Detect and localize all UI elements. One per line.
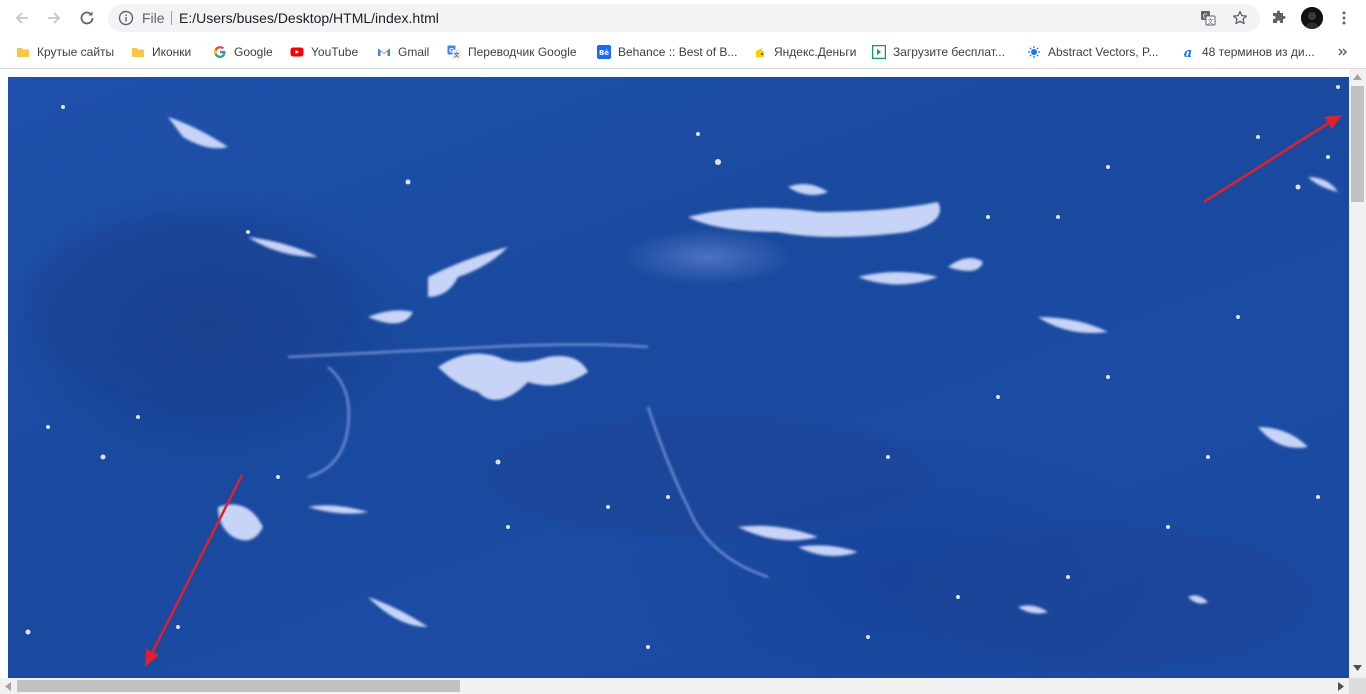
gmail-icon: [378, 48, 390, 56]
browser-menu-button[interactable]: [1332, 6, 1356, 30]
bookmark-label: Abstract Vectors, P...: [1048, 45, 1159, 59]
folder-icon: [17, 48, 29, 57]
letter-a-icon: a: [1184, 46, 1192, 59]
bookmark-label: Загрузите бесплат...: [893, 45, 1005, 59]
puzzle-icon: [1273, 10, 1286, 23]
abstract-vectors-icon: [1028, 46, 1040, 58]
kebab-menu-icon: [1342, 11, 1346, 25]
bookmark-abstract-vectors[interactable]: Abstract Vectors, P...: [1027, 41, 1159, 63]
scheme-label: File: [142, 10, 165, 26]
bookmark-48-terms[interactable]: a 48 терминов из ди...: [1181, 41, 1315, 63]
info-icon[interactable]: [118, 10, 134, 26]
bookmark-label: Behance :: Best of B...: [618, 45, 738, 59]
vertical-scroll-thumb[interactable]: [1351, 86, 1364, 202]
scroll-up-arrow-icon[interactable]: [1353, 74, 1362, 80]
bookmark-behance[interactable]: Bē Behance :: Best of B...: [597, 41, 737, 63]
profile-avatar[interactable]: [1301, 7, 1323, 29]
annotation-arrows: [145, 115, 1342, 667]
arrow-left-icon: [15, 12, 28, 24]
behance-icon: Bē: [597, 45, 611, 59]
profile-picture: [1301, 7, 1323, 29]
translate-icon[interactable]: G 文: [1200, 10, 1216, 26]
chevron-double-right-icon: [1338, 48, 1348, 56]
satellite-ocean-image: [8, 77, 1349, 678]
arrow-bottom-left: [145, 474, 244, 667]
bookmark-label: Переводчик Google: [468, 45, 577, 59]
bookmark-youtube[interactable]: YouTube: [290, 41, 358, 63]
bookmark-label: Иконки: [152, 45, 192, 59]
horizontal-scrollbar[interactable]: [0, 678, 1349, 694]
bookmark-label: Gmail: [398, 45, 430, 59]
svg-text:a: a: [1184, 46, 1192, 59]
bookmark-label: Крутые сайты: [37, 45, 115, 59]
bookmark-label: 48 терминов из ди...: [1202, 45, 1315, 59]
extensions-button[interactable]: [1267, 6, 1291, 30]
folder-icon: [132, 48, 144, 57]
address-bar[interactable]: File E:/Users/buses/Desktop/HTML/index.h…: [108, 4, 1260, 32]
reload-icon: [80, 11, 94, 25]
youtube-icon: [290, 47, 304, 57]
vertical-scrollbar[interactable]: [1349, 69, 1366, 678]
google-translate-icon: G 文: [447, 45, 461, 59]
bookmark-yandex-money[interactable]: Яндекс.Деньги: [753, 41, 856, 63]
forward-button[interactable]: [42, 6, 66, 30]
page-viewport: [0, 69, 1349, 678]
yandex-money-icon: [756, 48, 764, 57]
bookmarks-overflow-button[interactable]: [1336, 41, 1350, 63]
bookmark-google[interactable]: Google: [213, 41, 273, 63]
bookmark-label: Google: [234, 45, 273, 59]
bookmark-label: Яндекс.Деньги: [774, 45, 857, 59]
back-button[interactable]: [10, 6, 34, 30]
bookmark-google-translate[interactable]: G 文 Переводчик Google: [447, 41, 577, 63]
scroll-left-arrow-icon[interactable]: [5, 682, 11, 691]
arrow-top-right: [1203, 115, 1342, 204]
download-icon: [872, 45, 886, 59]
svg-text:Bē: Bē: [599, 49, 609, 57]
scroll-down-arrow-icon[interactable]: [1353, 665, 1362, 671]
scrollbar-corner: [1349, 678, 1366, 694]
browser-toolbar: File E:/Users/buses/Desktop/HTML/index.h…: [0, 0, 1366, 36]
url-text[interactable]: E:/Users/buses/Desktop/HTML/index.html: [179, 10, 439, 26]
svg-text:文: 文: [1207, 16, 1214, 25]
svg-text:文: 文: [454, 51, 460, 59]
bookmark-icons[interactable]: Иконки: [131, 41, 191, 63]
bookmark-download-free[interactable]: Загрузите бесплат...: [872, 41, 1005, 63]
reload-button[interactable]: [75, 6, 99, 30]
omnibox-divider: [171, 11, 172, 25]
bookmark-gmail[interactable]: Gmail: [377, 41, 429, 63]
horizontal-scroll-thumb[interactable]: [17, 680, 460, 692]
scroll-right-arrow-icon[interactable]: [1338, 682, 1344, 691]
arrow-right-icon: [48, 12, 61, 24]
google-icon: [214, 46, 226, 58]
bookmarks-bar: Крутые сайты Иконки Google YouTube Gmail…: [0, 36, 1366, 69]
bookmark-cool-sites[interactable]: Крутые сайты: [16, 41, 114, 63]
star-icon[interactable]: [1232, 10, 1248, 26]
bookmark-label: YouTube: [311, 45, 359, 59]
